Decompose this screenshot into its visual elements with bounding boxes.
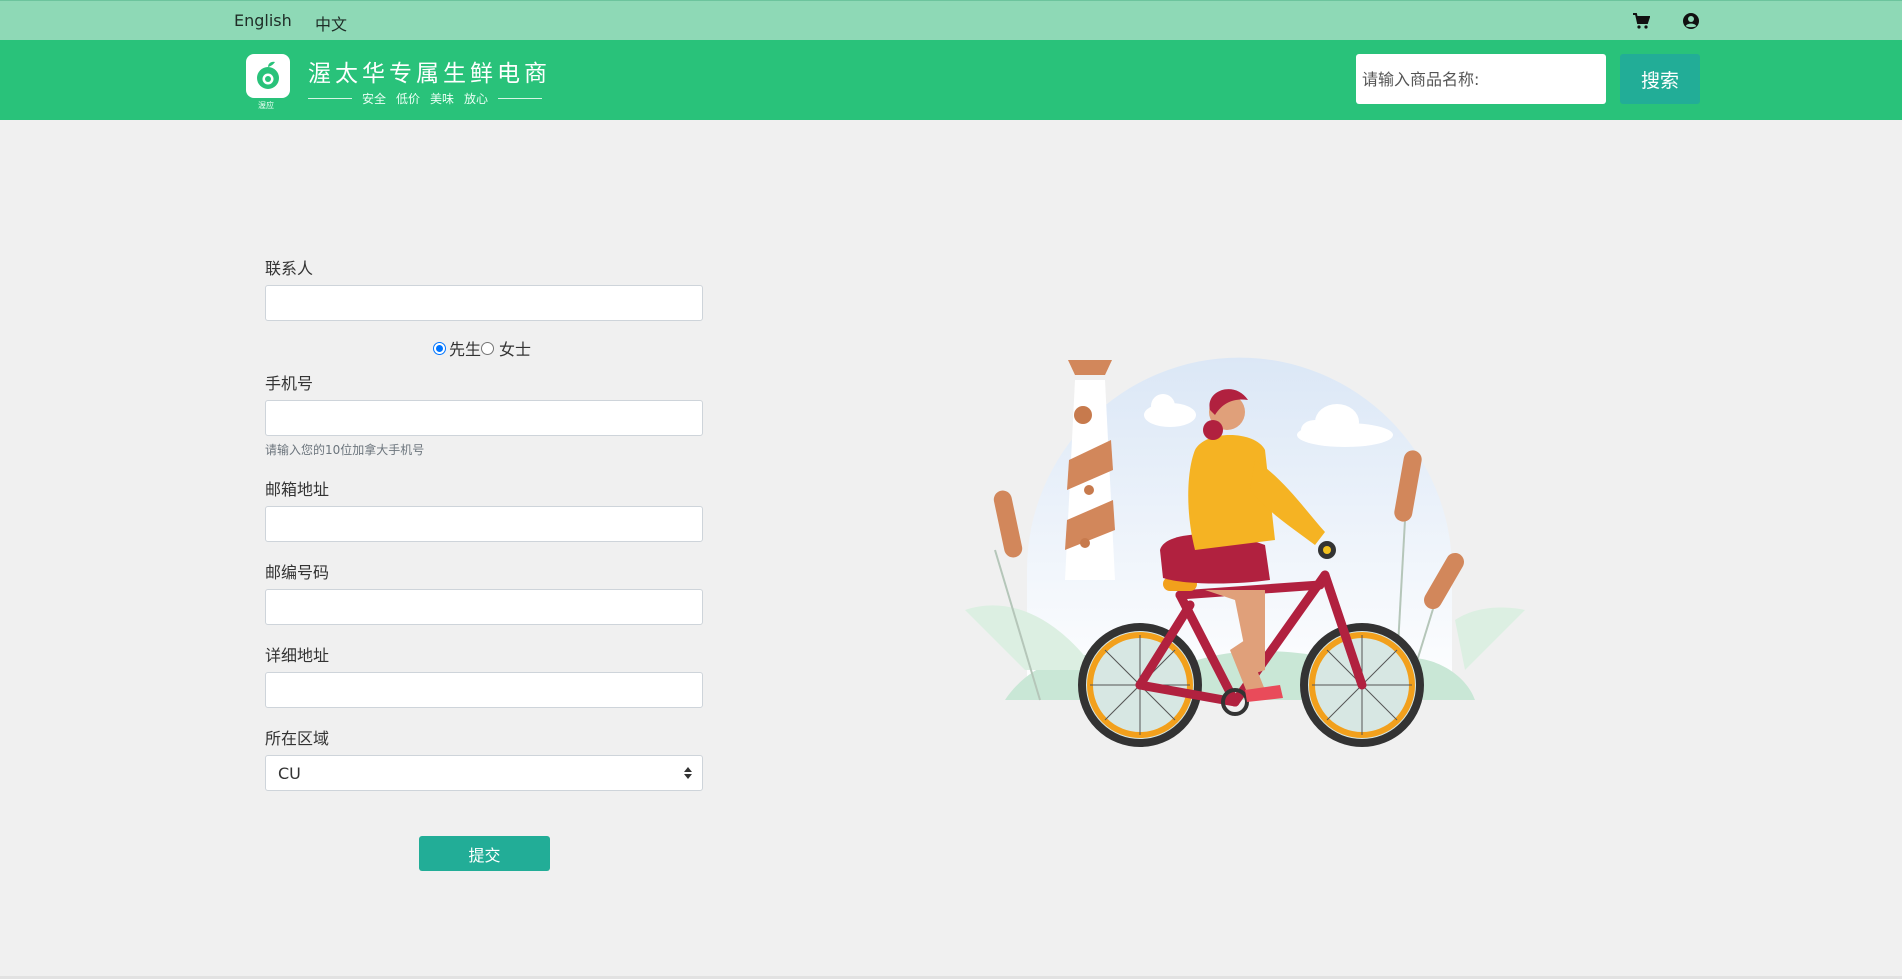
phone-hint: 请输入您的10位加拿大手机号 bbox=[265, 443, 425, 457]
tagline-item: 低价 bbox=[396, 91, 421, 106]
postal-code-label: 邮编号码 bbox=[265, 563, 330, 582]
postal-code-field[interactable] bbox=[265, 589, 703, 625]
search-button[interactable]: 搜索 bbox=[1620, 54, 1700, 104]
user-circle-icon[interactable] bbox=[1682, 12, 1700, 30]
tagline-item: 安全 bbox=[362, 91, 387, 106]
region-label: 所在区域 bbox=[265, 729, 330, 748]
email-label: 邮箱地址 bbox=[265, 480, 330, 499]
lighthouse bbox=[1065, 360, 1115, 580]
gender-option-ms-label[interactable]: 女士 bbox=[499, 336, 531, 360]
address-label: 详细地址 bbox=[265, 646, 330, 665]
cyclist-illustration bbox=[965, 357, 1525, 747]
brand-tagline: 安全 低价 美味 放心 bbox=[308, 90, 548, 106]
apple-logo-icon bbox=[257, 61, 279, 89]
tagline-divider bbox=[498, 97, 543, 99]
tagline-item: 美味 bbox=[430, 91, 455, 106]
logo[interactable] bbox=[246, 54, 290, 98]
language-english-link[interactable]: English bbox=[234, 11, 292, 30]
cart-icon[interactable] bbox=[1632, 12, 1651, 30]
language-chinese-link[interactable]: 中文 bbox=[315, 11, 347, 35]
email-field[interactable] bbox=[265, 506, 703, 542]
address-field[interactable] bbox=[265, 672, 703, 708]
contact-name-field[interactable] bbox=[265, 285, 703, 321]
gender-radio-group: 先生 女士 bbox=[433, 336, 531, 360]
logo-caption: 渥应 bbox=[258, 101, 274, 110]
select-arrows-icon bbox=[684, 767, 692, 779]
phone-field[interactable] bbox=[265, 400, 703, 436]
search-input[interactable] bbox=[1356, 54, 1606, 104]
language-bar: English 中文 bbox=[0, 0, 1902, 40]
gender-radio-ms[interactable] bbox=[481, 341, 495, 355]
tagline-item: 放心 bbox=[464, 91, 489, 106]
gender-radio-mr[interactable] bbox=[433, 341, 446, 355]
gender-option-mr-label[interactable]: 先生 bbox=[449, 336, 481, 360]
submit-button[interactable]: 提交 bbox=[419, 836, 550, 871]
region-selected-value: CU bbox=[278, 763, 301, 783]
contact-label: 联系人 bbox=[265, 259, 314, 278]
tagline-divider bbox=[308, 97, 352, 99]
site-header: 渥应 渥太华专属生鲜电商 安全 低价 美味 放心 搜索 bbox=[0, 40, 1902, 120]
brand-title: 渥太华专属生鲜电商 bbox=[308, 61, 551, 87]
region-select[interactable]: CU bbox=[265, 755, 703, 791]
phone-label: 手机号 bbox=[265, 374, 314, 393]
